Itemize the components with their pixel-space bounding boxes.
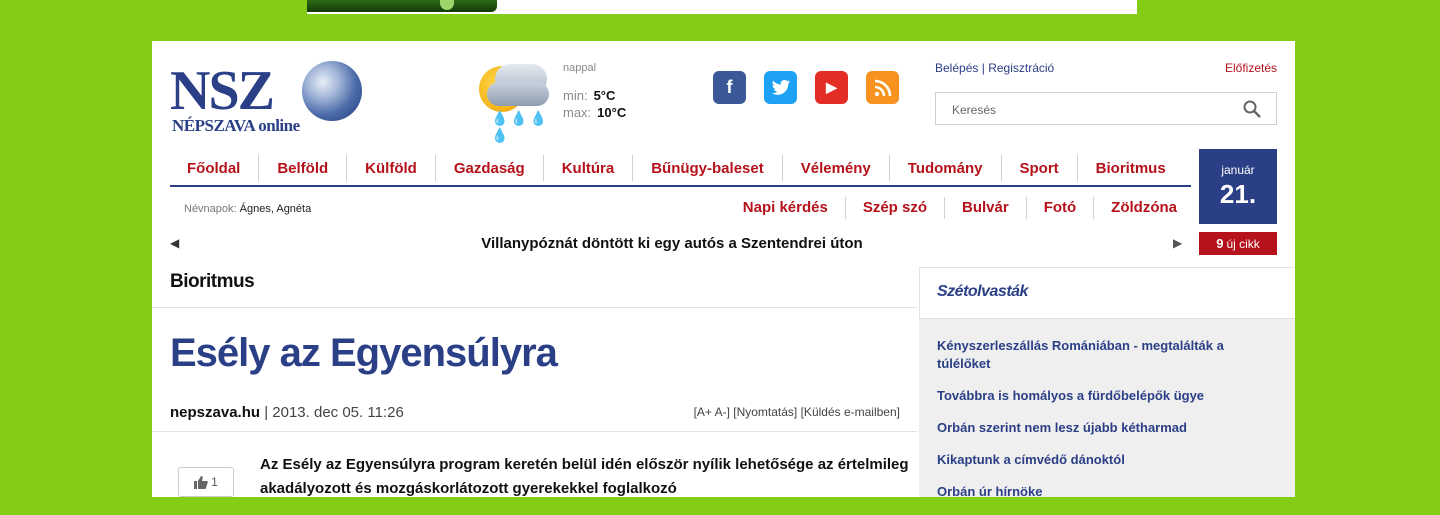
nameday-label: Névnapok: xyxy=(184,203,237,215)
new-articles-count: 9 xyxy=(1216,236,1224,251)
nav-item-bioritmus[interactable]: Bioritmus xyxy=(1078,155,1184,181)
nav-item-belfold[interactable]: Belföld xyxy=(259,155,348,181)
weather-min: min: 5°C xyxy=(563,88,615,103)
article-source: nepszava.hu xyxy=(170,404,261,421)
ticker-next-icon[interactable]: ▶ xyxy=(1173,236,1182,250)
subnav-item-zoldzona[interactable]: Zöldzóna xyxy=(1094,197,1177,219)
twitter-bird-glyph xyxy=(771,79,790,95)
subnav-item-bulvar[interactable]: Bulvár xyxy=(945,197,1027,219)
register-link[interactable]: Regisztráció xyxy=(988,61,1054,75)
rss-icon[interactable] xyxy=(866,71,899,104)
secondary-nav: Napi kérdés Szép szó Bulvár Fotó Zöldzón… xyxy=(726,197,1177,219)
globe-icon xyxy=(302,61,362,121)
cloud-shape-lower xyxy=(487,82,549,106)
sidebar-list-item[interactable]: Kényszerleszállás Romániában - megtalált… xyxy=(937,337,1257,373)
weather-min-value: 5°C xyxy=(593,88,616,103)
main-nav: Főoldal Belföld Külföld Gazdaság Kultúra… xyxy=(170,155,1191,187)
nav-item-fooldal[interactable]: Főoldal xyxy=(170,155,260,181)
sidebar-title: Szétolvasták xyxy=(937,283,1028,300)
search-input[interactable] xyxy=(936,93,1244,126)
article-lead: Az Esély az Egyensúlyra program keretén … xyxy=(260,456,909,497)
youtube-icon[interactable]: ▶ xyxy=(815,71,848,104)
new-articles-badge[interactable]: 9 új cikk xyxy=(1199,232,1277,255)
banner-pen-graphic xyxy=(307,0,497,12)
nav-item-tudomany[interactable]: Tudomány xyxy=(890,155,1002,181)
facebook-glyph: f xyxy=(726,77,733,97)
page-container: NSZ NÉPSZAVA online 💧💧💧💧 nappal min: 5°C m… xyxy=(152,41,1295,499)
nav-item-velemeny[interactable]: Vélemény xyxy=(783,155,890,181)
weather-min-label: min: xyxy=(563,88,588,103)
like-button[interactable]: 1 xyxy=(178,467,234,497)
subnav-item-napi-kerdes[interactable]: Napi kérdés xyxy=(726,197,846,219)
sidebar-list-item[interactable]: Orbán szerint nem lesz újabb kétharmad xyxy=(937,419,1257,437)
sidebar-list-item[interactable]: Orbán úr hírnöke xyxy=(937,483,1257,501)
nav-item-gazdasag[interactable]: Gazdaság xyxy=(436,155,544,181)
date-month: január xyxy=(1221,163,1255,177)
new-articles-label: új cikk xyxy=(1226,237,1260,251)
account-links: Belépés | Regisztráció xyxy=(935,61,1054,75)
article-title: Esély az Egyensúlyra xyxy=(170,331,558,375)
divider xyxy=(152,431,917,432)
twitter-icon[interactable] xyxy=(764,71,797,104)
sidebar-list: Kényszerleszállás Romániában - megtalált… xyxy=(937,337,1257,515)
nav-item-sport[interactable]: Sport xyxy=(1002,155,1078,181)
site-logo[interactable]: NSZ NÉPSZAVA online xyxy=(170,60,370,141)
like-count: 1 xyxy=(211,475,218,489)
nameday: Névnapok: Ágnes, Agnéta xyxy=(184,203,311,215)
news-ticker-headline[interactable]: Villanypóznát döntött ki egy autós a Sze… xyxy=(152,235,1192,252)
account-separator: | xyxy=(981,61,985,75)
weather-max-label: max: xyxy=(563,105,592,120)
top-banner-ad[interactable] xyxy=(0,0,1440,14)
date-box: január 21. xyxy=(1199,149,1277,224)
article-tools[interactable]: [A+ A-] [Nyomtatás] [Küldés e-mailben] xyxy=(694,405,900,419)
section-title: Bioritmus xyxy=(170,271,255,292)
nav-item-bunugy-baleset[interactable]: Bűnügy-baleset xyxy=(633,155,783,181)
logo-wordmark: NSZ xyxy=(170,60,275,122)
article-meta: nepszava.hu | 2013. dec 05. 11:26 xyxy=(170,404,404,421)
sidebar-most-read: Szétolvasták Kényszerleszállás Romániába… xyxy=(919,267,1295,499)
nav-item-kulfold[interactable]: Külföld xyxy=(347,155,436,181)
logo-subtitle: NÉPSZAVA online xyxy=(172,115,300,136)
subscribe-link[interactable]: Előfizetés xyxy=(1225,61,1277,75)
youtube-play-glyph: ▶ xyxy=(826,79,837,95)
raindrops: 💧💧💧💧 xyxy=(491,110,550,143)
weather-max: max: 10°C xyxy=(563,105,626,120)
article-date: 2013. dec 05. 11:26 xyxy=(272,404,404,421)
thumbs-up-icon xyxy=(194,475,208,489)
facebook-icon[interactable]: f xyxy=(713,71,746,104)
login-link[interactable]: Belépés xyxy=(935,61,978,75)
search-box xyxy=(935,92,1277,126)
search-icon[interactable] xyxy=(1242,99,1262,119)
weather-period: nappal xyxy=(563,62,597,74)
date-day: 21. xyxy=(1219,179,1257,209)
divider xyxy=(152,307,917,308)
logo-subtitle-name: NÉPSZAVA xyxy=(172,116,256,135)
sidebar-list-item[interactable]: Továbbra is homályos a fürdőbelépők ügye xyxy=(937,387,1257,405)
rss-glyph xyxy=(874,79,891,96)
sun-cloud-rain-icon: 💧💧💧💧 xyxy=(477,58,552,143)
ticker-prev-icon[interactable]: ◀ xyxy=(170,236,179,250)
meta-separator: | xyxy=(264,404,269,421)
sidebar-list-item[interactable]: Kikaptunk a címvédő dánoktól xyxy=(937,451,1257,469)
subnav-item-szep-szo[interactable]: Szép szó xyxy=(846,197,945,219)
nameday-names: Ágnes, Agnéta xyxy=(239,203,312,215)
subnav-item-foto[interactable]: Fotó xyxy=(1027,197,1095,219)
nav-item-kultura[interactable]: Kultúra xyxy=(544,155,634,181)
weather-max-value: 10°C xyxy=(597,105,627,120)
logo-subtitle-suffix: online xyxy=(258,116,300,135)
